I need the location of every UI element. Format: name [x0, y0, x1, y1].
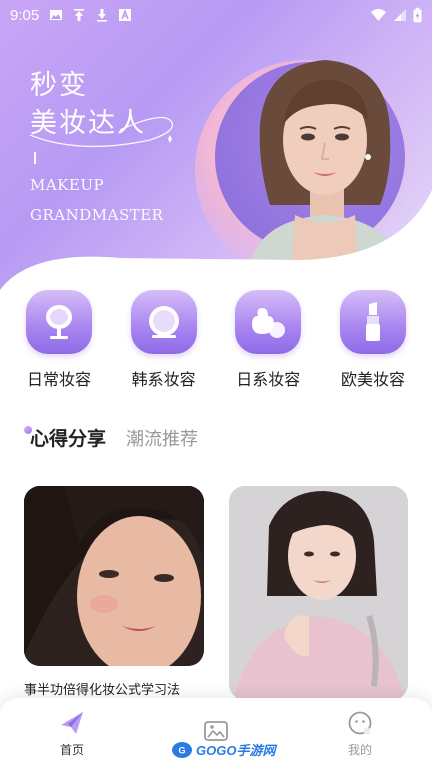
banner-title-line2: 美妆达人 [30, 108, 146, 139]
status-icons-right [370, 7, 422, 23]
signal-icon [394, 9, 406, 21]
download-icon [97, 9, 108, 22]
category-daily[interactable]: 日常妆容 [24, 290, 94, 390]
profile-face-icon [348, 711, 372, 734]
article-title: 事半功倍得化妆公式学习法 [24, 683, 181, 698]
category-icon-bg [235, 290, 302, 354]
category-label: 韩系妆容 [131, 370, 196, 389]
article-cards: 事半功倍得化妆公式学习法 [24, 486, 408, 700]
status-time: 9:05 [10, 6, 40, 24]
lipstick-icon [365, 302, 380, 341]
category-western[interactable]: 欧美妆容 [338, 290, 408, 390]
category-label: 欧美妆容 [340, 370, 405, 389]
tab-experience-sharing[interactable]: 心得分享 [24, 424, 106, 451]
compact-mirror-icon [148, 306, 179, 338]
category-label: 日常妆容 [26, 370, 91, 389]
image-icon [50, 10, 63, 20]
article-card[interactable]: 事半功倍得化妆公式学习法 [24, 486, 204, 698]
a-icon [119, 9, 132, 21]
active-tab-dot [24, 426, 32, 434]
category-icon-bg [130, 290, 197, 354]
banner-title: 秒变 美妆达人 [30, 68, 146, 164]
bottom-navigation: 首页 我的 G GOGO手游网 [0, 698, 432, 768]
svg-text:G: G [178, 745, 185, 755]
content-tabs: 心得分享 潮流推荐 [24, 424, 198, 451]
banner-curve [0, 190, 432, 300]
home-plane-icon [61, 711, 83, 734]
article-thumbnail [24, 486, 204, 666]
powder-puff-icon [252, 308, 286, 338]
upload-icon [74, 9, 85, 21]
hero-banner[interactable]: 秒变 美妆达人 MAKEUP GRANDMASTER [0, 0, 432, 300]
gogo-logo-icon: G [172, 741, 192, 758]
tab-label: 心得分享 [30, 428, 107, 450]
status-bar: 9:05 [0, 0, 432, 30]
status-icons-left [49, 8, 132, 22]
category-japanese[interactable]: 日系妆容 [233, 290, 303, 390]
category-label: 日系妆容 [236, 370, 301, 389]
wifi-icon [371, 9, 386, 21]
nav-home[interactable]: 首页 [17, 709, 127, 758]
nav-label: 我的 [347, 742, 372, 757]
model-photo [229, 486, 408, 700]
category-icon-bg [339, 290, 406, 354]
site-watermark: G GOGO手游网 [171, 740, 275, 759]
article-card[interactable] [229, 486, 408, 713]
watermark-text: GOGO手游网 [196, 743, 276, 758]
nav-profile[interactable]: 我的 [305, 709, 415, 758]
mirror-icon [46, 305, 72, 339]
battery-icon [413, 7, 422, 23]
banner-title-line1: 秒变 [30, 70, 88, 101]
nav-label: 首页 [59, 742, 84, 757]
article-thumbnail [229, 486, 408, 700]
tab-label: 潮流推荐 [126, 429, 199, 450]
model-photo [24, 486, 204, 666]
tab-trend-recommend[interactable]: 潮流推荐 [126, 425, 198, 451]
title-divider [34, 152, 36, 164]
category-grid: 日常妆容 韩系妆容 日系妆容 欧美妆容 [0, 290, 432, 390]
category-korean[interactable]: 韩系妆容 [129, 290, 199, 390]
category-icon-bg [26, 290, 92, 354]
